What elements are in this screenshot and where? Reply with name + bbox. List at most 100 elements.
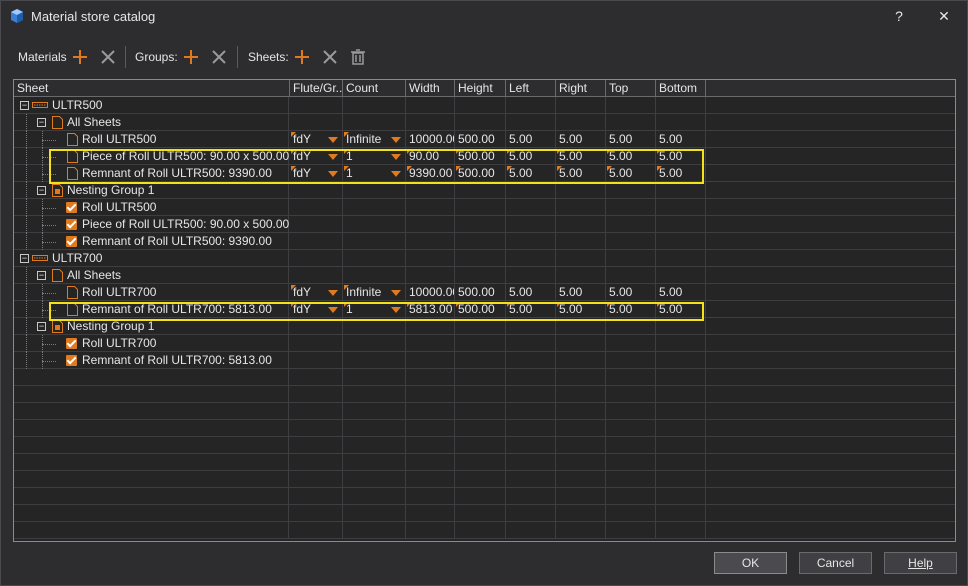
add-sheet-icon[interactable]: [292, 47, 312, 67]
height-cell[interactable]: 500.00: [455, 284, 506, 301]
height-cell[interactable]: 500.00: [455, 165, 506, 182]
column-header[interactable]: Flute/Gr...: [290, 80, 343, 97]
count-cell[interactable]: 1: [343, 165, 406, 182]
tree-row-sheet[interactable]: Roll ULTR500 fdY Infinite 10000.00 500.00 5.0…: [14, 131, 955, 148]
delete-group-icon[interactable]: [209, 47, 229, 67]
collapse-toggle[interactable]: −: [20, 101, 29, 110]
flute-cell[interactable]: fdY: [290, 284, 343, 301]
tree-row-sheet[interactable]: Remnant of Roll ULTR700: 5813.00 fdY 1 5813…: [14, 301, 955, 318]
add-group-icon[interactable]: [181, 47, 201, 67]
left-cell[interactable]: 5.00: [506, 148, 556, 165]
tree-row-sheet[interactable]: Roll ULTR700 fdY Infinite 10000.00 500.00 5.0…: [14, 284, 955, 301]
column-header[interactable]: Left: [506, 80, 556, 97]
collapse-toggle[interactable]: −: [37, 271, 46, 280]
checkbox-checked[interactable]: [66, 236, 77, 247]
sheet-grid[interactable]: Sheet Flute/Gr... Count Width Height Left Righ…: [13, 79, 956, 542]
column-header[interactable]: Sheet: [14, 80, 290, 97]
collapse-toggle[interactable]: −: [37, 186, 46, 195]
dropdown-arrow-icon[interactable]: [328, 290, 338, 296]
sheet-icon: [67, 133, 78, 146]
height-cell[interactable]: 500.00: [455, 131, 506, 148]
tree-row-check[interactable]: Remnant of Roll ULTR700: 5813.00: [14, 352, 955, 369]
trash-icon[interactable]: [348, 47, 368, 67]
checkbox-checked[interactable]: [66, 202, 77, 213]
dropdown-arrow-icon[interactable]: [391, 137, 401, 143]
checkbox-checked[interactable]: [66, 338, 77, 349]
flute-cell[interactable]: fdY: [290, 301, 343, 318]
top-cell[interactable]: 5.00: [606, 165, 656, 182]
left-cell[interactable]: 5.00: [506, 284, 556, 301]
column-header[interactable]: Right: [556, 80, 606, 97]
dropdown-arrow-icon[interactable]: [328, 307, 338, 313]
left-cell[interactable]: 5.00: [506, 165, 556, 182]
bottom-cell[interactable]: 5.00: [656, 284, 706, 301]
flute-cell[interactable]: fdY: [290, 165, 343, 182]
dropdown-arrow-icon[interactable]: [328, 137, 338, 143]
add-material-icon[interactable]: [70, 47, 90, 67]
height-cell[interactable]: 500.00: [455, 148, 506, 165]
left-cell[interactable]: 5.00: [506, 131, 556, 148]
dropdown-arrow-icon[interactable]: [328, 171, 338, 177]
tree-row-material[interactable]: − ULTR500: [14, 97, 955, 114]
count-cell[interactable]: 1: [343, 148, 406, 165]
top-cell[interactable]: 5.00: [606, 148, 656, 165]
column-header[interactable]: Height: [455, 80, 506, 97]
right-cell[interactable]: 5.00: [556, 148, 606, 165]
height-cell[interactable]: 500.00: [455, 301, 506, 318]
tree-row-group[interactable]: − Nesting Group 1: [14, 182, 955, 199]
bottom-cell[interactable]: 5.00: [656, 131, 706, 148]
column-header[interactable]: Top: [606, 80, 656, 97]
dropdown-arrow-icon[interactable]: [391, 171, 401, 177]
right-cell[interactable]: 5.00: [556, 284, 606, 301]
tree-row-folder[interactable]: − All Sheets: [14, 267, 955, 284]
right-cell[interactable]: 5.00: [556, 131, 606, 148]
width-cell[interactable]: 9390.00: [406, 165, 455, 182]
help-button[interactable]: Help: [884, 552, 957, 574]
width-cell[interactable]: 10000.00: [406, 131, 455, 148]
bottom-cell[interactable]: 5.00: [656, 165, 706, 182]
count-cell[interactable]: Infinite: [343, 131, 406, 148]
tree-row-material[interactable]: − ULTR700: [14, 250, 955, 267]
dropdown-arrow-icon[interactable]: [328, 154, 338, 160]
column-header[interactable]: Width: [406, 80, 455, 97]
close-button[interactable]: ✕: [929, 5, 959, 27]
column-header[interactable]: Count: [343, 80, 406, 97]
right-cell[interactable]: 5.00: [556, 301, 606, 318]
width-cell[interactable]: 10000.00: [406, 284, 455, 301]
top-cell[interactable]: 5.00: [606, 131, 656, 148]
tree-row-check[interactable]: Roll ULTR700: [14, 335, 955, 352]
checkbox-checked[interactable]: [66, 355, 77, 366]
delete-sheet-icon[interactable]: [320, 47, 340, 67]
bottom-cell[interactable]: 5.00: [656, 148, 706, 165]
tree-row-folder[interactable]: − All Sheets: [14, 114, 955, 131]
width-cell[interactable]: 5813.00: [406, 301, 455, 318]
tree-row-group[interactable]: − Nesting Group 1: [14, 318, 955, 335]
checkbox-checked[interactable]: [66, 219, 77, 230]
collapse-toggle[interactable]: −: [20, 254, 29, 263]
tree-row-sheet[interactable]: Piece of Roll ULTR500: 90.00 x 500.00 fdY…: [14, 148, 955, 165]
column-header[interactable]: Bottom: [656, 80, 706, 97]
ok-button[interactable]: OK: [714, 552, 787, 574]
tree-row-check[interactable]: Remnant of Roll ULTR500: 9390.00: [14, 233, 955, 250]
flute-cell[interactable]: fdY: [290, 131, 343, 148]
flute-cell[interactable]: fdY: [290, 148, 343, 165]
tree-row-check[interactable]: Piece of Roll ULTR500: 90.00 x 500.00: [14, 216, 955, 233]
top-cell[interactable]: 5.00: [606, 301, 656, 318]
cancel-button[interactable]: Cancel: [799, 552, 872, 574]
dropdown-arrow-icon[interactable]: [391, 154, 401, 160]
dropdown-arrow-icon[interactable]: [391, 307, 401, 313]
tree-row-sheet[interactable]: Remnant of Roll ULTR500: 9390.00 fdY 1 9390…: [14, 165, 955, 182]
collapse-toggle[interactable]: −: [37, 322, 46, 331]
count-cell[interactable]: Infinite: [343, 284, 406, 301]
left-cell[interactable]: 5.00: [506, 301, 556, 318]
delete-material-icon[interactable]: [98, 47, 118, 67]
count-cell[interactable]: 1: [343, 301, 406, 318]
right-cell[interactable]: 5.00: [556, 165, 606, 182]
collapse-toggle[interactable]: −: [37, 118, 46, 127]
bottom-cell[interactable]: 5.00: [656, 301, 706, 318]
dropdown-arrow-icon[interactable]: [391, 290, 401, 296]
tree-row-check[interactable]: Roll ULTR500: [14, 199, 955, 216]
help-title-button[interactable]: ?: [884, 5, 914, 27]
top-cell[interactable]: 5.00: [606, 284, 656, 301]
width-cell[interactable]: 90.00: [406, 148, 455, 165]
